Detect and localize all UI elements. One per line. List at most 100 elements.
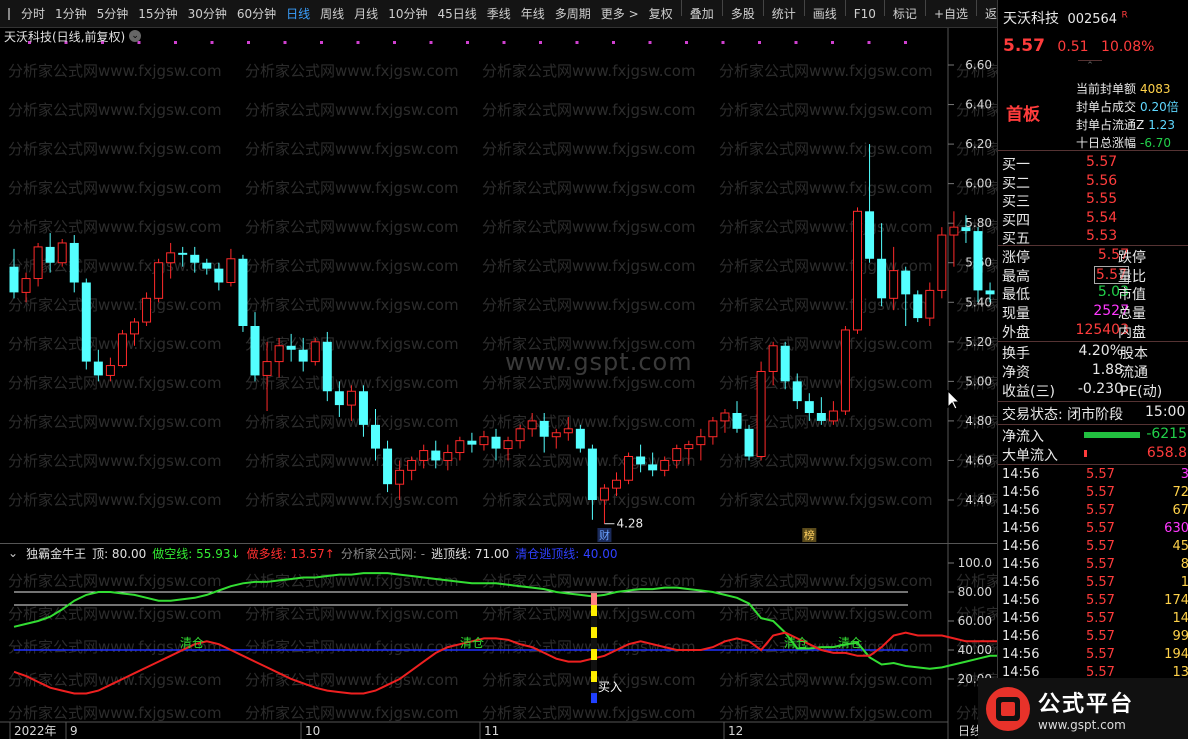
bid-row[interactable]: 买四 5.54 — [1002, 210, 1188, 230]
candle-body — [780, 345, 790, 382]
tick-row[interactable]: 14:56 5.57 8 — [1002, 557, 1188, 572]
candle[interactable] — [696, 428, 706, 461]
clear-signal-label: 清仓 — [460, 636, 484, 650]
candle[interactable] — [732, 401, 742, 433]
candle-body — [563, 428, 573, 434]
candle[interactable] — [551, 428, 561, 449]
indicator-chart[interactable]: 分析家公式网www.fxjgsw.com 分析家公式网www.fxjgsw.com… — [0, 544, 997, 739]
candlestick-chart[interactable]: 分析家公式网www.fxjgsw.com 分析家公式网www.fxjgsw.com… — [0, 28, 997, 544]
period-tab[interactable]: 更多 > — [596, 0, 644, 28]
bid-row[interactable]: 买二 5.56 — [1002, 173, 1188, 193]
period-tab[interactable]: 10分钟 — [383, 0, 432, 28]
candle[interactable] — [117, 329, 127, 368]
candle[interactable] — [744, 424, 754, 461]
tick-row[interactable]: 14:56 5.57 3 — [1002, 467, 1188, 482]
quote-row: 最低 5.03 市值 — [1002, 284, 1188, 304]
tick-row[interactable]: 14:56 5.57 67 — [1002, 503, 1188, 518]
big-inflow-value: 658.8 — [1146, 445, 1187, 461]
candle[interactable] — [81, 278, 91, 370]
board-info-row: 当前封单额 4083 — [1076, 80, 1188, 97]
candle[interactable] — [816, 397, 826, 425]
toolbar-action[interactable]: 多股 — [726, 0, 760, 28]
candle[interactable] — [575, 424, 585, 453]
tick-row[interactable]: 14:56 5.57 194 — [1002, 647, 1188, 662]
tick-row[interactable]: 14:56 5.57 14 — [1002, 611, 1188, 626]
candle[interactable] — [407, 456, 417, 481]
period-tab[interactable]: 周线 — [315, 0, 349, 28]
candle[interactable] — [250, 312, 260, 382]
collapse-handle[interactable]: ⌃ — [1078, 60, 1102, 71]
candle[interactable] — [840, 326, 850, 415]
toolbar-action[interactable]: 复权 — [644, 0, 678, 28]
quote-row: 外盘 125403 内盘 — [1002, 322, 1188, 342]
candle[interactable] — [467, 432, 477, 453]
tick-row[interactable]: 14:56 5.57 99 — [1002, 629, 1188, 644]
candle[interactable] — [57, 239, 67, 267]
tick-row[interactable]: 14:56 5.57 72 — [1002, 485, 1188, 500]
period-tab[interactable]: 45日线 — [432, 0, 481, 28]
stock-name: 天沃科技 — [1003, 11, 1059, 27]
tick-row[interactable]: 14:56 5.57 630 — [1002, 521, 1188, 536]
candle[interactable] — [913, 290, 923, 323]
tick-row[interactable]: 14:56 5.57 45 — [1002, 539, 1188, 554]
toolbar-action[interactable]: 叠加 — [685, 0, 719, 28]
candle-body — [816, 413, 826, 421]
period-tab[interactable]: 多周期 — [550, 0, 596, 28]
period-tab[interactable]: 月线 — [349, 0, 383, 28]
toolbar-action[interactable]: F10 — [849, 0, 881, 28]
stats-value: 4.20% — [1078, 343, 1123, 359]
toolbar-action[interactable]: 统计 — [767, 0, 801, 28]
candle[interactable] — [756, 361, 766, 461]
candle[interactable] — [226, 248, 236, 287]
net-inflow-row: 净流入 -6215 — [1002, 426, 1188, 446]
period-tab[interactable]: 年线 — [516, 0, 550, 28]
candle[interactable] — [154, 258, 164, 303]
candle[interactable] — [973, 227, 983, 303]
watermark-text: 分析家公式网www.fxjgsw.com — [482, 140, 696, 158]
period-tab[interactable]: 15分钟 — [133, 0, 182, 28]
bid-row[interactable]: 买一 5.57 — [1002, 154, 1188, 174]
period-tab[interactable]: 分时 — [16, 0, 50, 28]
toolbar-action[interactable]: 画线 — [808, 0, 842, 28]
board-info-value: -6.70 — [1140, 136, 1172, 150]
buy-bar-segment — [591, 660, 597, 672]
period-tab[interactable]: 60分钟 — [232, 0, 281, 28]
chart-area[interactable]: 分析家公式网www.fxjgsw.com 分析家公式网www.fxjgsw.com… — [0, 28, 997, 739]
period-tab[interactable]: 季线 — [482, 0, 516, 28]
watermark-text: 分析家公式网www.fxjgsw.com — [482, 671, 696, 689]
candle[interactable] — [69, 235, 79, 293]
candle[interactable] — [925, 282, 935, 327]
candle-body — [877, 258, 887, 299]
tick-price: 5.57 — [1086, 503, 1115, 518]
candle[interactable] — [828, 401, 838, 425]
tick-row[interactable]: 14:56 5.57 1 — [1002, 575, 1188, 590]
y-tick-label: 4.40 — [965, 493, 992, 507]
candle[interactable] — [33, 242, 43, 287]
period-tab[interactable]: 1分钟 — [50, 0, 92, 28]
candle-body — [226, 258, 236, 283]
toolbar-action[interactable]: 标记 — [888, 0, 922, 28]
bid-price: 5.57 — [1086, 154, 1118, 170]
candle[interactable] — [238, 254, 248, 332]
toolbar-action[interactable]: +自选 — [929, 0, 973, 28]
candle[interactable] — [937, 227, 947, 299]
candle[interactable] — [865, 144, 875, 263]
candle[interactable] — [322, 331, 332, 402]
candle[interactable] — [624, 452, 634, 485]
candle[interactable] — [383, 440, 393, 493]
candle[interactable] — [479, 430, 489, 451]
period-tab[interactable]: 30分钟 — [183, 0, 232, 28]
bid-row[interactable]: 买三 5.55 — [1002, 191, 1188, 211]
candle[interactable] — [708, 416, 718, 445]
candle[interactable] — [310, 337, 320, 366]
layout-toggle[interactable] — [8, 7, 10, 20]
watermark-text: 分析家公式网www.fxjgsw.com — [245, 671, 459, 689]
period-tab[interactable]: 日线 — [281, 0, 315, 28]
period-tab[interactable]: 5分钟 — [92, 0, 134, 28]
tick-row[interactable]: 14:56 5.57 174 — [1002, 593, 1188, 608]
candle[interactable] — [853, 207, 862, 334]
candle[interactable] — [515, 424, 525, 449]
stats-label: 收益(三) — [1002, 384, 1055, 400]
stats-row: 换手 4.20% 股本 — [1002, 343, 1188, 363]
chevron-down-icon[interactable]: ⌄ — [129, 30, 142, 42]
